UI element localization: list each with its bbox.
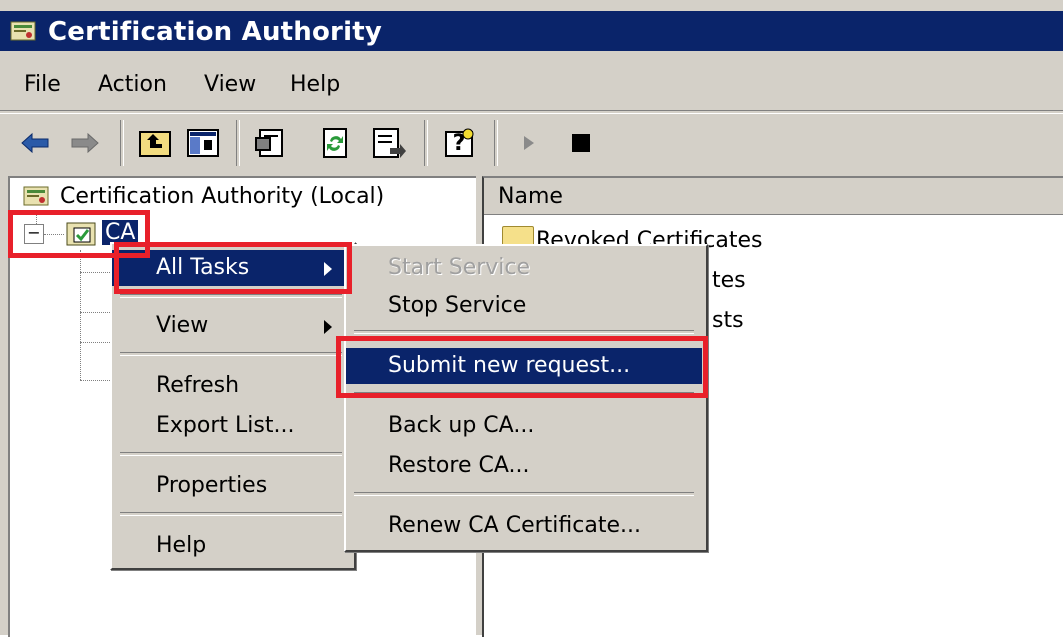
show-hide-tree-icon[interactable] [184, 124, 222, 162]
menu-help[interactable]: Help [290, 72, 340, 97]
back-arrow-icon[interactable] [16, 124, 54, 162]
menu-item-back-up-ca[interactable]: Back up CA... [346, 408, 702, 444]
tree-line [80, 250, 81, 380]
submenu-arrow-icon [324, 320, 332, 334]
certificate-authority-icon [10, 21, 36, 41]
column-header-name[interactable]: Name [484, 178, 1063, 215]
menu-item-view[interactable]: View [112, 308, 350, 344]
menu-separator [354, 492, 694, 496]
highlight-box-submit-new-request [336, 336, 708, 398]
menu-item-properties[interactable]: Properties [112, 468, 350, 504]
certificate-authority-icon [23, 186, 49, 206]
menu-item-help[interactable]: Help [112, 528, 350, 564]
menu-item-export-list[interactable]: Export List... [112, 408, 350, 444]
menu-separator [120, 512, 342, 516]
stop-icon[interactable] [562, 124, 600, 162]
menu-item-renew-ca-certificate[interactable]: Renew CA Certificate... [346, 508, 702, 544]
menu-action[interactable]: Action [98, 72, 167, 97]
menu-item-restore-ca[interactable]: Restore CA... [346, 448, 702, 484]
properties-icon[interactable] [252, 124, 290, 162]
tree-line [80, 272, 110, 273]
toolbar-separator [120, 120, 124, 166]
toolbar: ? [0, 114, 1063, 174]
title-bar[interactable]: Certification Authority [0, 11, 1063, 51]
list-item-partial[interactable]: tes [712, 268, 746, 293]
menu-separator [120, 294, 342, 298]
highlight-box-all-tasks [114, 242, 352, 294]
tree-line [80, 342, 110, 343]
toolbar-separator [236, 120, 240, 166]
mmc-window: Certification Authority File Action View… [0, 0, 1063, 637]
toolbar-separator [424, 120, 428, 166]
menu-separator [354, 330, 694, 334]
menu-item-refresh[interactable]: Refresh [112, 368, 350, 404]
menu-file[interactable]: File [24, 72, 61, 97]
menu-item-start-service: Start Service [388, 255, 531, 280]
all-tasks-submenu: Start Service Stop Service Submit new re… [344, 244, 708, 552]
toolbar-separator [494, 120, 498, 166]
tree-root-label[interactable]: Certification Authority (Local) [60, 184, 384, 209]
menu-bar: File Action View Help [0, 58, 1063, 112]
column-header-label: Name [498, 184, 563, 209]
up-folder-icon[interactable] [136, 124, 174, 162]
menu-view[interactable]: View [204, 72, 256, 97]
list-item-partial[interactable]: sts [712, 308, 744, 333]
window-title: Certification Authority [48, 17, 382, 47]
forward-arrow-icon[interactable] [66, 124, 104, 162]
tree-line [80, 312, 110, 313]
menu-separator [120, 452, 342, 456]
menu-separator [120, 352, 342, 356]
tree-line [80, 380, 110, 381]
play-icon[interactable] [510, 124, 548, 162]
export-list-icon[interactable] [370, 124, 408, 162]
menu-item-stop-service[interactable]: Stop Service [346, 288, 702, 324]
refresh-icon[interactable] [316, 124, 354, 162]
help-icon[interactable]: ? [440, 124, 478, 162]
